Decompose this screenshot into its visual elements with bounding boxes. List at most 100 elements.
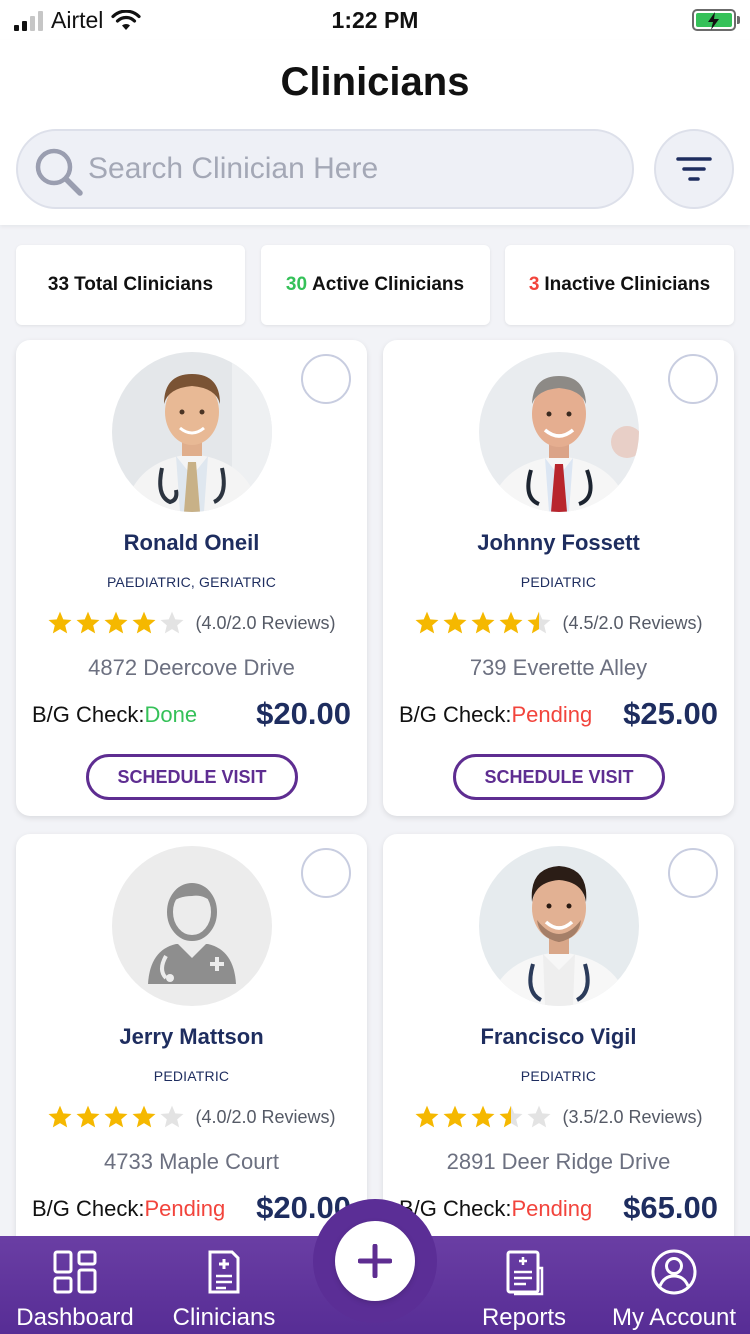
star-icon xyxy=(160,1105,184,1128)
dashboard-icon xyxy=(53,1250,97,1294)
star-icon xyxy=(415,611,439,634)
page-title: Clinicians xyxy=(280,60,470,104)
star-icon xyxy=(499,611,523,634)
stat-active[interactable]: 30 Active Clinicians xyxy=(260,245,490,325)
star-icon xyxy=(104,611,128,634)
star-icon xyxy=(76,611,100,634)
rating-stars xyxy=(47,610,185,636)
rating: (4.0/2.0 Reviews) xyxy=(16,610,367,636)
clinician-price: $25.00 xyxy=(623,696,718,731)
reports-icon xyxy=(506,1250,544,1296)
status-time: 1:22 PM xyxy=(331,7,419,33)
rating-stars xyxy=(414,610,552,636)
tab-my-account[interactable]: My Account xyxy=(599,1236,749,1334)
clinician-specialty: PEDIATRIC xyxy=(520,574,597,590)
doctor-placeholder-icon xyxy=(112,846,272,1006)
bg-check-label: B/G Check: xyxy=(32,1196,145,1221)
rating: (3.5/2.0 Reviews) xyxy=(383,1104,734,1130)
stat-inactive[interactable]: 3 Inactive Clinicians xyxy=(505,245,734,325)
tab-reports-label: Reports xyxy=(481,1304,567,1331)
star-icon xyxy=(160,611,184,634)
rating: (4.0/2.0 Reviews) xyxy=(16,1104,367,1130)
clinician-specialty: PAEDIATRIC, GERIATRIC xyxy=(106,574,277,590)
rating-text: (4.5/2.0 Reviews) xyxy=(562,612,703,633)
star-icon xyxy=(443,611,467,634)
star-icon xyxy=(104,1105,128,1128)
tab-dashboard[interactable]: Dashboard xyxy=(0,1236,150,1334)
bg-check: B/G Check:Done xyxy=(32,702,197,728)
star-icon xyxy=(132,1105,156,1128)
filter-icon xyxy=(676,157,712,181)
clinician-address: 4733 Maple Court xyxy=(104,1149,279,1174)
avatar xyxy=(112,352,272,512)
stats-row: 33 Total Clinicians 30 Active Clinicians… xyxy=(16,245,734,325)
clinician-price: $65.00 xyxy=(623,1190,718,1225)
rating: (4.5/2.0 Reviews) xyxy=(383,610,734,636)
bg-check-status: Pending xyxy=(511,702,593,727)
star-icon xyxy=(499,1105,523,1128)
bg-check-status: Pending xyxy=(511,1196,593,1221)
schedule-visit-button[interactable]: SCHEDULE VISIT xyxy=(86,754,298,800)
select-radio[interactable] xyxy=(301,848,351,898)
bg-check-label: B/G Check: xyxy=(399,702,512,727)
battery-icon xyxy=(692,9,740,31)
search-bar[interactable] xyxy=(16,129,634,209)
rating-text: (3.5/2.0 Reviews) xyxy=(562,1106,703,1127)
star-icon xyxy=(415,1105,439,1128)
bg-check: B/G Check:Pending xyxy=(32,1196,225,1222)
bg-check: B/G Check:Pending xyxy=(399,1196,592,1222)
bg-check-label: B/G Check: xyxy=(32,702,145,727)
stat-total-count: 33 xyxy=(47,274,70,295)
bg-check-status: Pending xyxy=(144,1196,226,1221)
clinician-address: 4872 Deercove Drive xyxy=(88,655,295,680)
stat-active-label: Active Clinicians xyxy=(312,274,465,295)
star-icon xyxy=(471,1105,495,1128)
rating-text: (4.0/2.0 Reviews) xyxy=(195,612,336,633)
status-bar: Airtel 1:22 PM xyxy=(0,0,750,40)
clinician-name: Johnny Fossett xyxy=(477,530,640,555)
stat-inactive-label: Inactive Clinicians xyxy=(544,274,711,295)
clinicians-icon xyxy=(208,1250,240,1294)
clinician-address: 2891 Deer Ridge Drive xyxy=(446,1149,671,1174)
stat-total-label: Total Clinicians xyxy=(74,274,214,295)
star-icon xyxy=(48,611,72,634)
clinician-card[interactable]: Johnny Fossett PEDIATRIC (4.5/2.0 Review… xyxy=(383,340,734,816)
star-icon xyxy=(527,1105,551,1128)
select-radio[interactable] xyxy=(668,848,718,898)
bg-check-status: Done xyxy=(144,702,198,727)
clinician-name: Francisco Vigil xyxy=(480,1024,637,1049)
clinician-name: Ronald Oneil xyxy=(123,530,260,555)
clinician-specialty: PEDIATRIC xyxy=(153,1068,230,1084)
star-icon xyxy=(132,611,156,634)
tab-clinicians-label: Clinicians xyxy=(172,1304,276,1331)
clinician-name: Jerry Mattson xyxy=(119,1024,264,1049)
filter-button[interactable] xyxy=(654,129,734,209)
star-icon xyxy=(527,611,551,634)
add-button[interactable] xyxy=(335,1221,415,1301)
avatar xyxy=(479,352,639,512)
tab-reports[interactable]: Reports xyxy=(449,1236,599,1334)
stat-inactive-count: 3 xyxy=(528,274,540,295)
schedule-visit-button[interactable]: SCHEDULE VISIT xyxy=(453,754,665,800)
avatar xyxy=(112,846,272,1006)
clinician-specialty: PEDIATRIC xyxy=(520,1068,597,1084)
rating-stars xyxy=(414,1104,552,1130)
header: Clinicians xyxy=(0,40,750,225)
search-icon xyxy=(35,148,83,196)
select-radio[interactable] xyxy=(668,354,718,404)
plus-icon xyxy=(358,1244,392,1278)
stat-total[interactable]: 33 Total Clinicians xyxy=(16,245,245,325)
rating-stars xyxy=(47,1104,185,1130)
tab-clinicians[interactable]: Clinicians xyxy=(149,1236,299,1334)
search-input[interactable] xyxy=(88,143,608,195)
rating-text: (4.0/2.0 Reviews) xyxy=(195,1106,336,1127)
tab-my-account-label: My Account xyxy=(611,1304,737,1331)
star-icon xyxy=(443,1105,467,1128)
star-icon xyxy=(471,611,495,634)
tab-dashboard-label: Dashboard xyxy=(16,1304,134,1331)
avatar xyxy=(479,846,639,1006)
select-radio[interactable] xyxy=(301,354,351,404)
star-icon xyxy=(48,1105,72,1128)
clinician-card[interactable]: Ronald Oneil PAEDIATRIC, GERIATRIC (4.0/… xyxy=(16,340,367,816)
account-icon xyxy=(651,1249,697,1295)
